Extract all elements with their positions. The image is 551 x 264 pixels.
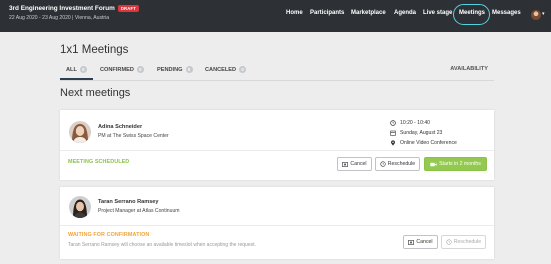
start-meeting-label: Starts in 2 months: [439, 161, 481, 167]
tab-canceled[interactable]: CANCELED 0: [205, 66, 247, 73]
tab-all[interactable]: ALL 0: [66, 66, 87, 73]
user-avatar[interactable]: [531, 10, 541, 20]
section-title: Next meetings: [60, 87, 131, 99]
tabs-divider: [60, 80, 494, 81]
nav-home[interactable]: Home: [286, 10, 303, 16]
meeting-date: Sunday, August 23: [400, 130, 443, 136]
reschedule-button-label: Reschedule: [453, 239, 482, 245]
tab-confirmed[interactable]: CONFIRMED 0: [100, 66, 144, 73]
cancel-icon: [342, 161, 349, 167]
card-divider: [60, 150, 494, 151]
meeting-details: 10:20 - 10:40 Sunday, August 23 Online V…: [390, 118, 457, 148]
avatar: [69, 196, 91, 218]
cancel-button[interactable]: Cancel: [403, 235, 438, 249]
page-title: 1x1 Meetings: [60, 44, 129, 56]
participant-name[interactable]: Taran Serrano Ramsey: [98, 199, 159, 205]
nav-messages[interactable]: Messages: [492, 10, 521, 16]
nav-live-stage[interactable]: Live stage: [423, 10, 452, 16]
status-label: WAITING FOR CONFIRMATION: [68, 232, 150, 238]
meeting-card: Taran Serrano Ramsey Project Manager at …: [60, 187, 494, 259]
time-row: 10:20 - 10:40: [390, 118, 457, 128]
participant-name[interactable]: Adina Schneider: [98, 124, 142, 130]
top-bar: 3rd Engineering Investment Forum DRAFT 2…: [0, 0, 551, 32]
date-row: Sunday, August 23: [390, 128, 457, 138]
meeting-location: Online Video Conference: [400, 140, 457, 146]
card-divider: [60, 225, 494, 226]
video-camera-icon: [430, 162, 437, 166]
nav-marketplace[interactable]: Marketplace: [351, 10, 386, 16]
meeting-card: Adina Schneider PM at The Swiss Space Ce…: [60, 110, 494, 180]
nav-agenda[interactable]: Agenda: [394, 10, 416, 16]
status-label: MEETING SCHEDULED: [68, 159, 130, 165]
calendar-icon: [390, 130, 396, 136]
avatar: [69, 121, 91, 143]
participant-role: PM at The Swiss Space Center: [98, 133, 169, 139]
location-row: Online Video Conference: [390, 138, 457, 148]
cancel-button-label: Cancel: [350, 161, 367, 167]
tab-all-count: 0: [79, 66, 87, 73]
reschedule-icon: [446, 239, 452, 245]
tab-canceled-count: 0: [239, 66, 247, 73]
reschedule-button[interactable]: Reschedule: [441, 235, 486, 249]
reschedule-button[interactable]: Reschedule: [375, 157, 420, 171]
tab-confirmed-label: CONFIRMED: [100, 66, 134, 73]
tab-confirmed-count: 0: [136, 66, 144, 73]
meeting-time: 10:20 - 10:40: [400, 120, 431, 126]
tab-all-label: ALL: [66, 66, 77, 73]
active-nav-highlight: [453, 4, 490, 25]
tab-pending[interactable]: PENDING 0: [157, 66, 193, 73]
confirmation-note: Taran Serrano Ramsey will choose an avai…: [68, 242, 256, 248]
chevron-down-icon[interactable]: ▾: [542, 11, 545, 17]
cancel-button-label: Cancel: [416, 239, 433, 245]
start-meeting-button[interactable]: Starts in 2 months: [424, 157, 487, 171]
cancel-icon: [408, 239, 415, 245]
participant-role: Project Manager at Atlas Continuum: [98, 208, 180, 214]
availability-link[interactable]: AVAILABILITY: [450, 66, 488, 72]
clock-icon: [390, 120, 396, 126]
meeting-tabs: ALL 0 CONFIRMED 0 PENDING 0 CANCELED 0 A…: [60, 66, 490, 80]
reschedule-button-label: Reschedule: [387, 161, 416, 167]
cancel-button[interactable]: Cancel: [337, 157, 372, 171]
map-pin-icon: [391, 140, 395, 146]
nav-participants[interactable]: Participants: [310, 10, 344, 16]
tab-pending-label: PENDING: [157, 66, 183, 73]
tab-pending-count: 0: [185, 66, 193, 73]
reschedule-icon: [380, 161, 386, 167]
tab-canceled-label: CANCELED: [205, 66, 237, 73]
